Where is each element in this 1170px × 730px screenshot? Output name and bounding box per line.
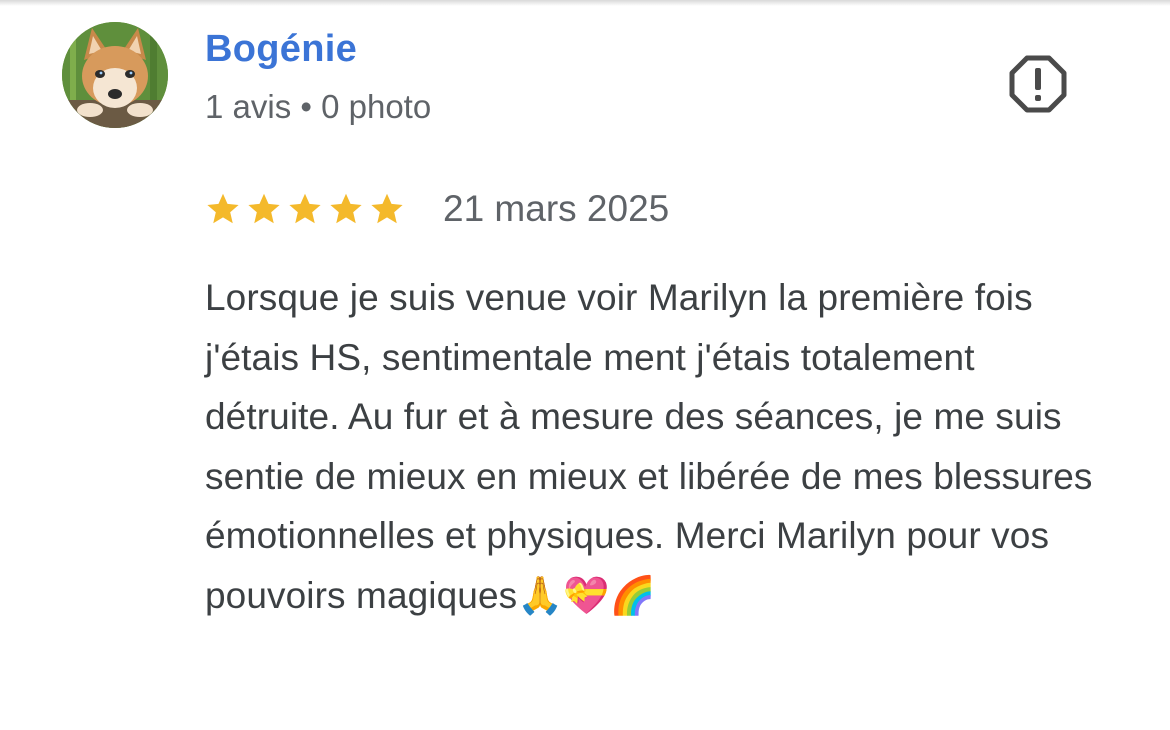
author-avatar[interactable] (62, 22, 168, 128)
review-card: Bogénie 1 avis • 0 photo 21 mars 2025 Lo… (0, 0, 1170, 730)
star-icon (207, 193, 239, 224)
star-icon (371, 193, 403, 224)
rating-row: 21 mars 2025 (205, 186, 669, 232)
star-icon (330, 193, 362, 224)
author-name[interactable]: Bogénie (205, 28, 357, 71)
star-icon (289, 193, 321, 224)
star-icon (248, 193, 280, 224)
top-shadow-divider (0, 0, 1170, 6)
star-rating (205, 191, 405, 227)
review-date: 21 mars 2025 (443, 188, 670, 229)
wolf-avatar-icon (62, 22, 168, 128)
author-meta: 1 avis • 0 photo (205, 88, 432, 125)
review-text: Lorsque je suis venue voir Marilyn la pr… (205, 277, 1093, 616)
report-flag-icon (1009, 55, 1067, 113)
report-review-button[interactable] (1006, 52, 1070, 116)
